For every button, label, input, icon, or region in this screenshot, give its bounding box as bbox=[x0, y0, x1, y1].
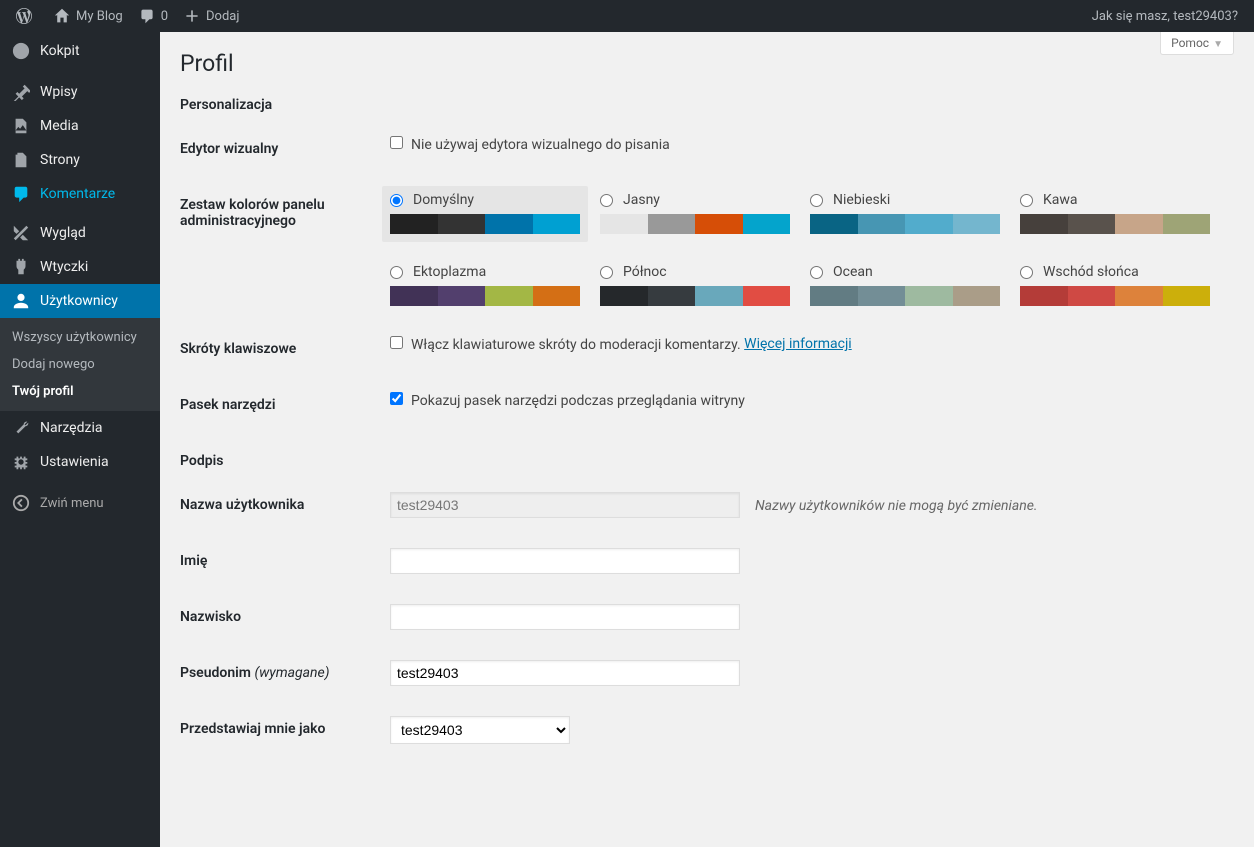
color-option-7[interactable]: Wschód słońca bbox=[1020, 264, 1210, 306]
section-personalization: Personalizacja bbox=[180, 97, 1234, 113]
pin-icon bbox=[12, 83, 32, 101]
section-name: Podpis bbox=[180, 453, 1234, 469]
plugin-icon bbox=[12, 258, 32, 276]
color-option-4[interactable]: Ektoplazma bbox=[390, 264, 580, 306]
color-radio-0[interactable] bbox=[390, 194, 403, 207]
toolbar-option[interactable]: Pokazuj pasek narzędzi podczas przegląda… bbox=[390, 393, 745, 409]
color-option-3[interactable]: Kawa bbox=[1020, 192, 1210, 234]
submenu-add-user[interactable]: Dodaj nowego bbox=[0, 351, 160, 378]
display-name-label: Przedstawiaj mnie jako bbox=[180, 701, 380, 759]
color-radio-2[interactable] bbox=[810, 194, 823, 207]
submenu-users: Wszyscy użytkownicy Dodaj nowego Twój pr… bbox=[0, 318, 160, 411]
last-name-label: Nazwisko bbox=[180, 589, 380, 645]
collapse-menu[interactable]: Zwiń menu bbox=[0, 484, 160, 522]
new-content-text: Dodaj bbox=[206, 9, 239, 24]
visual-editor-checkbox[interactable] bbox=[390, 136, 403, 149]
home-icon bbox=[54, 8, 70, 24]
appearance-icon bbox=[12, 224, 32, 242]
color-name-6: Ocean bbox=[833, 264, 873, 280]
toolbar-label: Pasek narzędzi bbox=[180, 377, 380, 433]
color-option-2[interactable]: Niebieski bbox=[810, 192, 1000, 234]
menu-appearance[interactable]: Wygląd bbox=[0, 216, 160, 250]
color-swatches-6 bbox=[810, 286, 1000, 306]
menu-settings[interactable]: Ustawienia bbox=[0, 445, 160, 479]
page-title: Profil bbox=[180, 50, 1234, 77]
visual-editor-option[interactable]: Nie używaj edytora wizualnego do pisania bbox=[390, 137, 670, 153]
comments-count: 0 bbox=[161, 9, 168, 24]
first-name-label: Imię bbox=[180, 533, 380, 589]
color-swatches-0 bbox=[390, 214, 580, 234]
first-name-input[interactable] bbox=[390, 548, 740, 574]
menu-tools[interactable]: Narzędzia bbox=[0, 411, 160, 445]
site-name-text: My Blog bbox=[76, 9, 123, 24]
color-swatches-7 bbox=[1020, 286, 1210, 306]
menu-dashboard[interactable]: Kokpit bbox=[0, 32, 160, 70]
howdy-link[interactable]: Jak się masz, test29403? bbox=[1084, 0, 1246, 32]
menu-users[interactable]: Użytkownicy bbox=[0, 284, 160, 318]
shortcuts-label: Skróty klawiszowe bbox=[180, 321, 380, 377]
color-option-5[interactable]: Północ bbox=[600, 264, 790, 306]
display-name-select[interactable]: test29403 bbox=[390, 716, 570, 744]
color-radio-7[interactable] bbox=[1020, 266, 1033, 279]
shortcuts-more-link[interactable]: Więcej informacji bbox=[744, 336, 852, 352]
chevron-down-icon: ▼ bbox=[1213, 39, 1223, 50]
submenu-all-users[interactable]: Wszyscy użytkownicy bbox=[0, 324, 160, 351]
submenu-your-profile[interactable]: Twój profil bbox=[0, 378, 160, 405]
comment-icon bbox=[139, 8, 155, 24]
color-scheme-label: Zestaw kolorów panelu administracyjnego bbox=[180, 177, 380, 321]
color-name-7: Wschód słońca bbox=[1043, 264, 1139, 280]
color-name-3: Kawa bbox=[1043, 192, 1078, 208]
media-icon bbox=[12, 117, 32, 135]
nickname-input[interactable] bbox=[390, 660, 740, 686]
color-option-6[interactable]: Ocean bbox=[810, 264, 1000, 306]
color-option-1[interactable]: Jasny bbox=[600, 192, 790, 234]
visual-editor-label: Edytor wizualny bbox=[180, 121, 380, 177]
color-name-4: Ektoplazma bbox=[413, 264, 486, 280]
tools-icon bbox=[12, 419, 32, 437]
last-name-input[interactable] bbox=[390, 604, 740, 630]
comments-link[interactable]: 0 bbox=[131, 0, 176, 32]
new-content-link[interactable]: Dodaj bbox=[176, 0, 247, 32]
toolbar-checkbox[interactable] bbox=[390, 392, 403, 405]
howdy-text: Jak się masz, test29403? bbox=[1092, 9, 1238, 24]
username-input bbox=[390, 492, 740, 518]
plus-icon bbox=[184, 8, 200, 24]
color-name-0: Domyślny bbox=[413, 192, 474, 208]
wp-logo[interactable] bbox=[8, 0, 46, 32]
username-label: Nazwa użytkownika bbox=[180, 477, 380, 533]
color-radio-3[interactable] bbox=[1020, 194, 1033, 207]
username-note: Nazwy użytkowników nie mogą być zmienian… bbox=[755, 498, 1038, 514]
settings-icon bbox=[12, 453, 32, 471]
color-swatches-3 bbox=[1020, 214, 1210, 234]
dashboard-icon bbox=[12, 42, 32, 60]
help-tab[interactable]: Pomoc▼ bbox=[1160, 32, 1234, 55]
color-radio-1[interactable] bbox=[600, 194, 613, 207]
color-swatches-5 bbox=[600, 286, 790, 306]
color-swatches-2 bbox=[810, 214, 1000, 234]
menu-posts[interactable]: Wpisy bbox=[0, 75, 160, 109]
color-name-5: Północ bbox=[623, 264, 667, 280]
color-name-1: Jasny bbox=[623, 192, 660, 208]
color-radio-6[interactable] bbox=[810, 266, 823, 279]
menu-comments[interactable]: Komentarze bbox=[0, 177, 160, 211]
menu-plugins[interactable]: Wtyczki bbox=[0, 250, 160, 284]
menu-pages[interactable]: Strony bbox=[0, 143, 160, 177]
shortcuts-checkbox[interactable] bbox=[390, 336, 403, 349]
nickname-label: Pseudonim (wymagane) bbox=[180, 645, 380, 701]
user-icon bbox=[12, 292, 32, 310]
site-name-link[interactable]: My Blog bbox=[46, 0, 131, 32]
wordpress-icon bbox=[16, 8, 32, 24]
page-icon bbox=[12, 151, 32, 169]
collapse-icon bbox=[12, 494, 32, 512]
menu-media[interactable]: Media bbox=[0, 109, 160, 143]
color-swatches-1 bbox=[600, 214, 790, 234]
color-name-2: Niebieski bbox=[833, 192, 890, 208]
color-radio-4[interactable] bbox=[390, 266, 403, 279]
comment-icon bbox=[12, 185, 32, 203]
color-option-0[interactable]: Domyślny bbox=[382, 186, 588, 242]
color-swatches-4 bbox=[390, 286, 580, 306]
color-radio-5[interactable] bbox=[600, 266, 613, 279]
shortcuts-option[interactable]: Włącz klawiaturowe skróty do moderacji k… bbox=[390, 337, 741, 353]
